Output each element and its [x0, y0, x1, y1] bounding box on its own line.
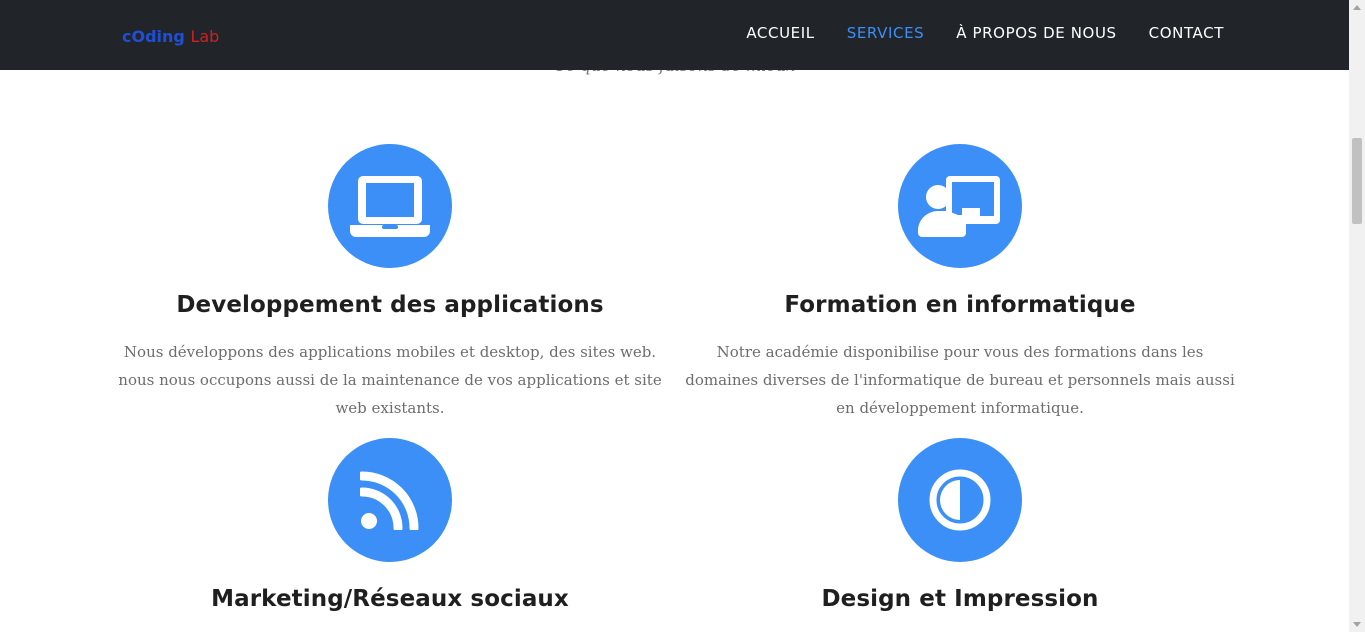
logo-text-lab: Lab	[190, 27, 220, 46]
nav-item-a-propos[interactable]: À PROPOS DE NOUS	[956, 24, 1116, 42]
chalkboard-teacher-icon	[918, 176, 1000, 237]
logo-text-coding: cOding	[122, 27, 185, 46]
service-description: Nous développons des applications mobile…	[118, 343, 662, 417]
service-description: Notre académie disponibilise pour vous d…	[685, 343, 1235, 417]
nav-item-accueil[interactable]: ACCUEIL	[746, 24, 814, 42]
vertical-scrollbar[interactable]	[1349, 0, 1365, 632]
scroll-up-arrow-icon[interactable]	[1353, 5, 1361, 10]
scrollbar-thumb[interactable]	[1352, 138, 1362, 224]
service-card-design: Design et Impression	[680, 438, 1240, 632]
rss-icon	[360, 471, 419, 530]
site-logo[interactable]: cOding Lab	[122, 27, 219, 46]
service-title: Design et Impression	[821, 586, 1099, 612]
main-nav: ACCUEIL SERVICES À PROPOS DE NOUS CONTAC…	[746, 24, 1224, 42]
service-card-marketing: Marketing/Réseaux sociaux	[110, 438, 670, 632]
service-card-training: Formation en informatique Notre académie…	[680, 144, 1240, 422]
service-icon-circle	[898, 438, 1022, 562]
service-card-development: Developpement des applications Nous déve…	[110, 144, 670, 422]
adjust-icon	[929, 469, 991, 531]
scroll-down-arrow-icon[interactable]	[1353, 622, 1361, 627]
navbar: cOding Lab ACCUEIL SERVICES À PROPOS DE …	[0, 0, 1349, 70]
nav-item-services[interactable]: SERVICES	[847, 24, 925, 42]
page-content: Ce que nous faisons de mieux Developpeme…	[0, 0, 1349, 632]
laptop-icon	[350, 176, 430, 237]
service-icon-circle	[328, 144, 452, 268]
service-title: Formation en informatique	[784, 292, 1136, 318]
nav-item-contact[interactable]: CONTACT	[1149, 24, 1224, 42]
service-title: Developpement des applications	[176, 292, 604, 318]
service-icon-circle	[898, 144, 1022, 268]
service-title: Marketing/Réseaux sociaux	[211, 586, 569, 612]
service-icon-circle	[328, 438, 452, 562]
